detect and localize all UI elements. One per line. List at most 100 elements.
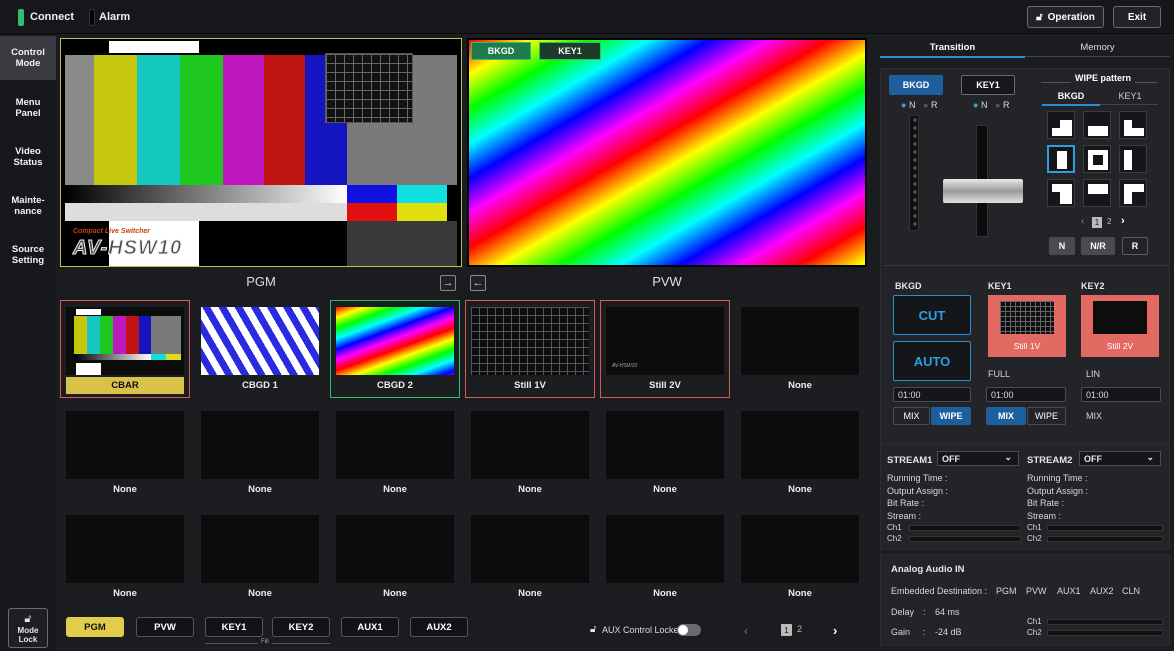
source-cell-none[interactable]: None — [465, 508, 595, 606]
tbar-handle[interactable] — [943, 179, 1023, 203]
wipe-pattern-1[interactable] — [1047, 111, 1075, 139]
unlock-icon: 🔓︎ — [24, 612, 32, 625]
cut-button[interactable]: CUT — [893, 295, 971, 335]
pvw-tab-key1[interactable]: KEY1 — [539, 42, 601, 60]
source-cell-none[interactable]: None — [195, 404, 325, 502]
page-1[interactable]: 1 — [781, 624, 792, 636]
dest-aux1[interactable]: AUX1 — [1057, 586, 1081, 596]
wipe-pattern-7[interactable] — [1047, 179, 1075, 207]
bus-aux1-button[interactable]: AUX1 — [341, 617, 399, 637]
dest-pgm[interactable]: PGM — [996, 586, 1017, 596]
wipe-pattern-2[interactable] — [1083, 111, 1111, 139]
bus-aux2-button[interactable]: AUX2 — [410, 617, 468, 637]
lock-icon: 🔓︎ — [1036, 11, 1043, 23]
source-cell-none[interactable]: None — [735, 300, 865, 398]
tab-memory[interactable]: Memory — [1025, 42, 1170, 53]
gain-label: Gain — [891, 627, 911, 637]
wipe-page-2[interactable]: 2 — [1107, 217, 1111, 226]
key2-source-button[interactable]: Still 2V — [1081, 295, 1159, 357]
key2-time-field[interactable]: 01:00 — [1081, 387, 1161, 402]
aux-lock-toggle[interactable] — [677, 624, 701, 636]
wipe-prev-icon[interactable]: ‹ — [1081, 216, 1084, 227]
s2-ch1-label: Ch1 — [1027, 523, 1042, 532]
trans-key1-button[interactable]: KEY1 — [961, 75, 1015, 95]
key1-r-indicator[interactable]: ● R — [995, 100, 1009, 110]
s1-ch1-label: Ch1 — [887, 523, 902, 532]
source-cell-still2v[interactable]: AV-HSW10 Still 2V — [600, 300, 730, 398]
aux-lock-icon: 🔓︎ — [590, 624, 597, 635]
source-cell-none[interactable]: None — [330, 508, 460, 606]
wipe-tab-bkgd[interactable]: BKGD — [1042, 91, 1100, 101]
nav-menu-panel[interactable]: Menu Panel — [0, 86, 56, 130]
thumb-empty — [336, 515, 454, 583]
source-cell-still1v[interactable]: Still 1V — [465, 300, 595, 398]
source-cell-none[interactable]: None — [735, 404, 865, 502]
page-2[interactable]: 2 — [797, 624, 802, 634]
operation-button[interactable]: 🔓︎ Operation — [1027, 6, 1104, 28]
stream1-select[interactable]: OFF ⌄ — [937, 451, 1019, 466]
page-prev-icon[interactable]: ‹ — [744, 624, 748, 638]
mode-lock-button[interactable]: 🔓︎ Mode Lock — [8, 608, 48, 648]
tab-rule — [1025, 56, 1170, 57]
bus-key1-button[interactable]: KEY1 — [205, 617, 263, 637]
dest-cln[interactable]: CLN — [1122, 586, 1140, 596]
source-cell-none[interactable]: None — [465, 404, 595, 502]
trans-bkgd-button[interactable]: BKGD — [889, 75, 943, 95]
bkgd-n-indicator[interactable]: ● N — [901, 100, 915, 110]
bkgd-time-field[interactable]: 01:00 — [893, 387, 971, 402]
wipe-pattern-3[interactable] — [1119, 111, 1147, 139]
bus-pvw-button[interactable]: PVW — [136, 617, 194, 637]
dest-pvw[interactable]: PVW — [1026, 586, 1047, 596]
source-cell-none[interactable]: None — [60, 508, 190, 606]
dest-aux2[interactable]: AUX2 — [1090, 586, 1114, 596]
key2-mix-label: MIX — [1086, 411, 1103, 421]
exit-button[interactable]: Exit — [1113, 6, 1161, 28]
wipe-pattern-4-selected[interactable] — [1047, 145, 1075, 173]
source-cell-none[interactable]: None — [330, 404, 460, 502]
nav-video-status[interactable]: Video Status — [0, 135, 56, 179]
bkgd-mix-button[interactable]: MIX — [893, 407, 930, 425]
source-cell-none[interactable]: None — [600, 404, 730, 502]
dir-nr-button[interactable]: N/R — [1081, 237, 1115, 255]
key1-time-field[interactable]: 01:00 — [986, 387, 1066, 402]
arrow-right-icon[interactable]: → — [440, 275, 456, 291]
wipe-pattern-9[interactable] — [1119, 179, 1147, 207]
nav-control-mode[interactable]: Control Mode — [0, 36, 56, 80]
key1-n-indicator[interactable]: ● N — [973, 100, 987, 110]
pvw-tab-bkgd[interactable]: BKGD — [471, 42, 531, 60]
wipe-pattern-8[interactable] — [1083, 179, 1111, 207]
bus-key2-button[interactable]: KEY2 — [272, 617, 330, 637]
tab-transition[interactable]: Transition — [880, 42, 1025, 53]
nav-source-setting[interactable]: Source Setting — [0, 233, 56, 277]
stream2-select[interactable]: OFF ⌄ — [1079, 451, 1161, 466]
wipe-pattern-5[interactable] — [1083, 145, 1111, 173]
source-cell-cbar[interactable]: CBAR — [60, 300, 190, 398]
key1-source-button[interactable]: Still 1V — [988, 295, 1066, 357]
dir-n-button[interactable]: N — [1049, 237, 1075, 255]
key1-mix-button[interactable]: MIX — [986, 407, 1026, 425]
gain-value: -24 dB — [935, 627, 962, 637]
aux-locked-label: AUX Control Locked — [602, 625, 684, 635]
auto-button[interactable]: AUTO — [893, 341, 971, 381]
page-next-icon[interactable]: › — [833, 623, 837, 638]
key2-source-label: Still 2V — [1106, 341, 1134, 351]
source-cell-none[interactable]: None — [195, 508, 325, 606]
source-label: None — [383, 484, 407, 495]
source-label: None — [653, 588, 677, 599]
key1-wipe-button[interactable]: WIPE — [1027, 407, 1066, 425]
bkgd-wipe-button[interactable]: WIPE — [931, 407, 971, 425]
wipe-page-1[interactable]: 1 — [1092, 217, 1102, 228]
wipe-pattern-6[interactable] — [1119, 145, 1147, 173]
wipe-tab-key1[interactable]: KEY1 — [1101, 91, 1159, 101]
source-label: CBGD 2 — [377, 380, 413, 391]
wipe-next-icon[interactable]: › — [1121, 215, 1125, 227]
source-cell-cbgd2[interactable]: CBGD 2 — [330, 300, 460, 398]
nav-maintenance[interactable]: Mainte- nance — [0, 184, 56, 228]
bkgd-r-indicator[interactable]: ● R — [923, 100, 937, 110]
bus-pgm-button[interactable]: PGM — [66, 617, 124, 637]
source-cell-none[interactable]: None — [600, 508, 730, 606]
dir-r-button[interactable]: R — [1122, 237, 1148, 255]
source-cell-none[interactable]: None — [735, 508, 865, 606]
source-cell-none[interactable]: None — [60, 404, 190, 502]
source-cell-cbgd1[interactable]: CBGD 1 — [195, 300, 325, 398]
